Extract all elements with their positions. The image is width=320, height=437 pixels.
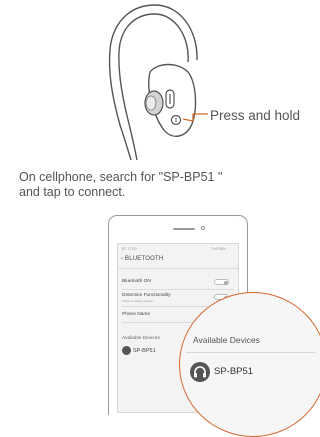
detection-label: Detection Functionality [122,293,171,298]
press-hold-callout: Press and hold [210,108,301,123]
earbud-illustration [108,4,208,160]
connect-instruction: On cellphone, search for "SP-BP51 " and … [19,170,299,200]
bluetooth-title: BLUETOOTH [125,256,164,262]
phone-name-label[interactable]: Phone Name [122,312,150,317]
bluetooth-toggle[interactable] [214,279,229,285]
magnifier-divider [186,352,316,353]
instruction-line-2: and tap to connect. [19,185,126,199]
magnifier-title: Available Devices [193,335,260,345]
available-devices-label: Available Devices [122,336,160,341]
phone-speaker [173,228,195,230]
headphones-icon [190,362,210,382]
status-left: BT 17:00 [122,247,137,251]
bluetooth-on-label: Bluetooth ON [122,279,151,284]
status-right: Full 85% [212,247,226,251]
device-item-small[interactable]: SP-BP51 [133,348,156,354]
chevron-left-icon[interactable]: ‹ [121,256,123,262]
instruction-line-1: On cellphone, search for "SP-BP51 " [19,170,223,184]
headphones-icon [122,346,131,355]
device-item-large[interactable]: SP-BP51 [214,366,253,377]
phone-camera [201,226,205,230]
detection-sub: Visible to nearby devices [122,299,153,303]
